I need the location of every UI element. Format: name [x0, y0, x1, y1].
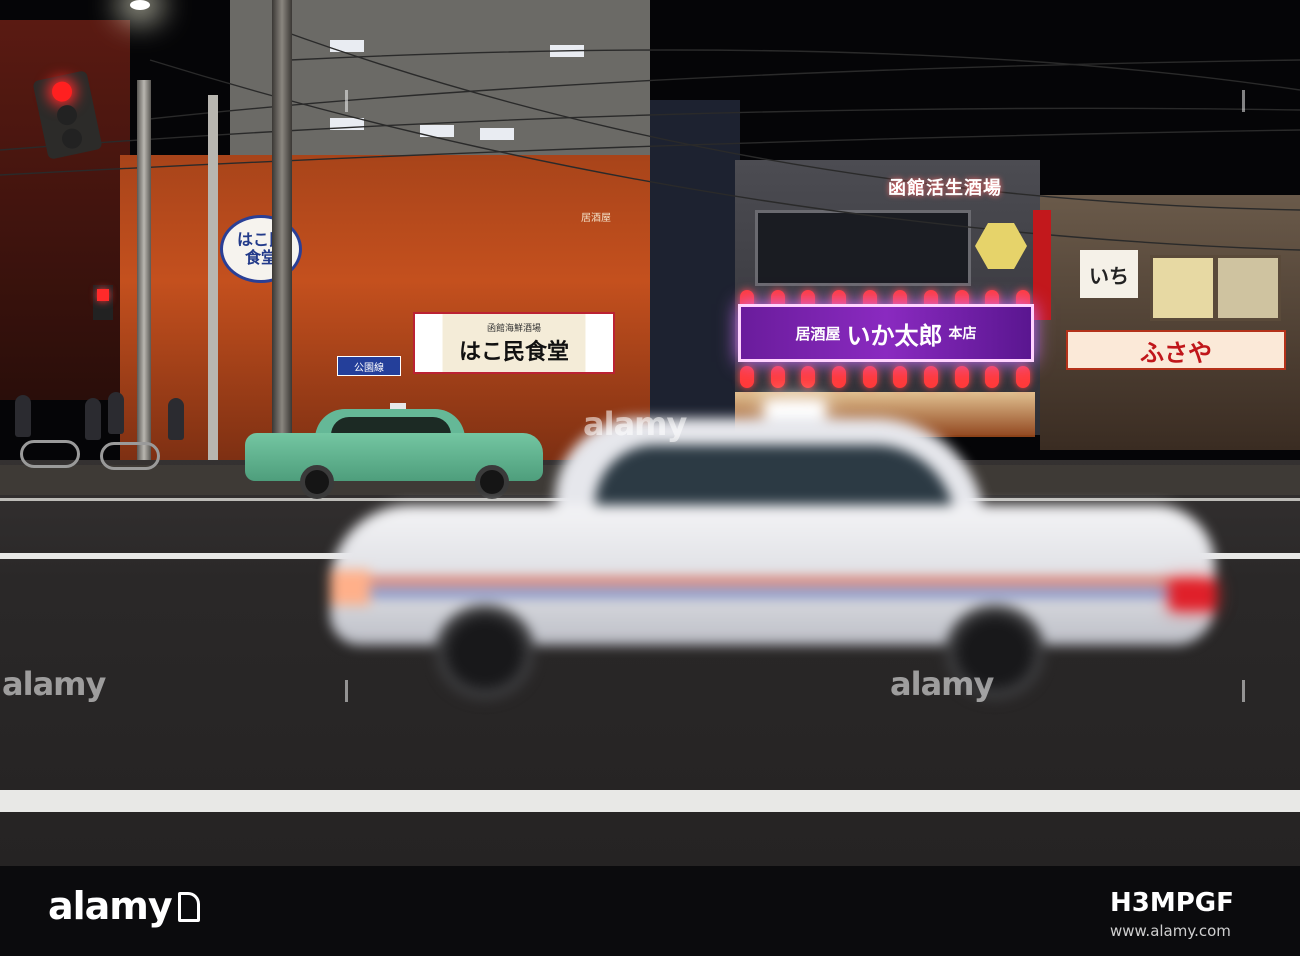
alamy-logo[interactable]: alamy [48, 884, 200, 928]
watermark-mark [345, 90, 356, 112]
izakaya-small-sign: 居酒屋 [560, 195, 632, 237]
lantern [954, 366, 969, 388]
lantern [893, 366, 908, 388]
taxi-blue-stripe [355, 590, 1205, 596]
logo-text: alamy [48, 884, 173, 928]
pedestrian-signal [93, 285, 113, 320]
sign-text: いか太郎 [846, 321, 943, 350]
blurred-white-taxi [325, 400, 1225, 700]
taxi-taillight [1170, 580, 1215, 610]
lantern [801, 366, 816, 388]
logo-mark-icon [177, 892, 200, 922]
bicycle [20, 440, 80, 468]
street-lamp [130, 0, 150, 10]
image-id: H3MPGF [1110, 888, 1234, 918]
sign-text: いち [1089, 263, 1129, 288]
lamp-pole [208, 95, 218, 475]
lantern-row-lower [740, 366, 1030, 392]
watermark: alamy [890, 665, 994, 703]
red-signal-lamp [50, 79, 74, 104]
taxi-headlight [330, 570, 370, 605]
bicycle [100, 442, 160, 470]
watermark: alamy [583, 405, 687, 443]
lantern [770, 366, 785, 388]
ichi-sign: いち [1080, 250, 1138, 298]
watermark-mark [1242, 90, 1253, 112]
wheel [435, 605, 535, 700]
lantern [1015, 366, 1030, 388]
lantern [923, 366, 938, 388]
sign-text: はこ民食堂 [458, 339, 569, 365]
watermark: alamy [2, 665, 106, 703]
lane-line [0, 790, 1300, 812]
signal-lamp [55, 103, 79, 127]
sign-text: 居酒屋 [795, 324, 841, 343]
lantern [985, 366, 1000, 388]
utility-pole [272, 0, 292, 470]
sign-text: ふさや [1140, 338, 1212, 367]
lantern [831, 366, 846, 388]
lantern [862, 366, 877, 388]
sign-text: 函館活生酒場 [888, 178, 1002, 199]
vertical-red-banner [1033, 210, 1051, 320]
signal-pole [137, 80, 151, 480]
watermark-mark [1242, 680, 1253, 702]
sign-subtext: 函館海鮮酒場 [486, 323, 541, 334]
site-url[interactable]: www.alamy.com [1110, 922, 1231, 940]
taxi-red-stripe [355, 578, 1205, 584]
route-sign: 公園線 [337, 356, 401, 376]
signal-lamp [60, 126, 84, 151]
pedestrian [85, 398, 101, 440]
sign-text: 本店 [948, 326, 977, 342]
pedestrian [15, 395, 31, 437]
lantern [740, 366, 754, 388]
sign-text: 居酒屋 [581, 212, 611, 224]
watermark-mark [345, 680, 356, 702]
sign-text: 公園線 [354, 362, 384, 374]
hakomin-main-sign: 函館海鮮酒場 はこ民食堂 [413, 312, 615, 374]
street-night-photo: はこ民 食堂 居酒屋 函館海鮮酒場 はこ民食堂 公園線 函館活生酒場 居酒屋 い… [0, 0, 1300, 866]
ikataro-neon-sign: 居酒屋 いか太郎 本店 [738, 304, 1034, 362]
fusaya-sign: ふさや [1066, 330, 1286, 370]
pedestrian [108, 392, 124, 434]
pedestrian [168, 398, 184, 440]
hakodate-katsuiki-sign: 函館活生酒場 [865, 173, 1025, 201]
